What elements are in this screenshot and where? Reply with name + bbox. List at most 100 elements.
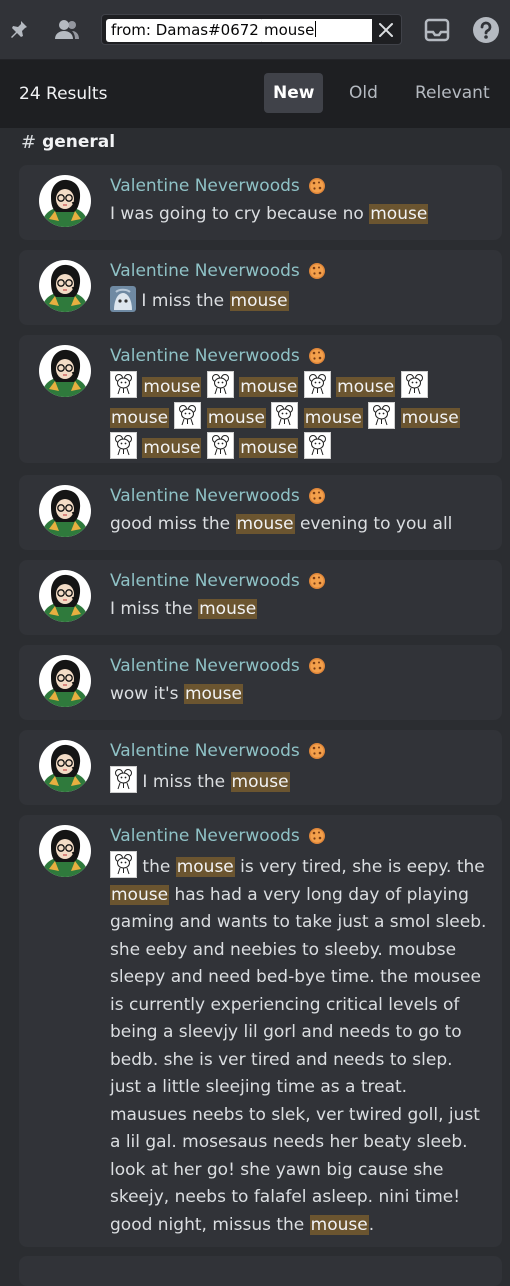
search-result-card[interactable]: Valentine Neverwoods wow it's mouse <box>19 645 502 720</box>
channel-label[interactable]: # general <box>21 130 115 154</box>
message-text: mouse mouse mouse mouse mouse mouse mous… <box>110 371 488 463</box>
search-highlight: mouse <box>142 438 202 458</box>
message-text-segment: good miss the <box>110 514 236 534</box>
author-line: Valentine Neverwoods <box>110 485 488 507</box>
cookie-icon <box>308 742 326 760</box>
mouse-emoji-icon <box>110 851 137 878</box>
search-highlight: mouse <box>303 407 363 428</box>
inbox-icon[interactable] <box>423 16 451 44</box>
author-line: Valentine Neverwoods <box>110 175 488 197</box>
author-name[interactable]: Valentine Neverwoods <box>110 346 300 366</box>
search-result-card[interactable]: Valentine Neverwoods good miss the mouse… <box>19 475 502 550</box>
search-query[interactable]: mouse <box>262 19 372 42</box>
search-highlight: mouse <box>175 857 235 877</box>
cookie-icon <box>308 487 326 505</box>
mouse-emoji-icon <box>303 371 331 398</box>
search-result-card[interactable]: Valentine Neverwoods I miss the mouse <box>19 730 502 805</box>
message-body: Valentine Neverwoods wow it's mouse <box>110 655 488 709</box>
avatar[interactable] <box>39 570 91 622</box>
mouse-emoji-icon <box>400 371 428 398</box>
cookie-icon <box>308 657 326 675</box>
sort-old-button[interactable]: Old <box>340 73 387 113</box>
avatar[interactable] <box>39 655 91 707</box>
message-text-segment: is very tired, she is eepy. the <box>234 857 485 877</box>
mouse-emoji-icon <box>271 401 299 429</box>
members-icon[interactable] <box>53 16 81 44</box>
search-highlight: mouse <box>183 684 243 704</box>
cookie-icon <box>308 262 326 280</box>
search-highlight: mouse <box>198 599 258 619</box>
author-line: Valentine Neverwoods <box>110 570 488 592</box>
results-count: 24 Results <box>19 84 108 104</box>
author-name[interactable]: Valentine Neverwoods <box>110 741 300 761</box>
author-line: Valentine Neverwoods <box>110 655 488 677</box>
message-text-segment: I miss the <box>136 291 230 311</box>
author-name[interactable]: Valentine Neverwoods <box>110 826 300 846</box>
message-text: I miss the mouse <box>110 286 488 316</box>
mouse-emoji-icon <box>110 766 137 793</box>
author-name[interactable]: Valentine Neverwoods <box>110 486 300 506</box>
cookie-icon <box>308 572 326 590</box>
channel-hash-icon: # <box>21 131 37 153</box>
mouse-emoji-icon <box>303 432 331 459</box>
message-text: the mouse is very tired, she is eepy. th… <box>110 851 488 1239</box>
message-body: Valentine Neverwoods I miss the mouse <box>110 570 488 624</box>
mouse-emoji-icon <box>206 371 234 398</box>
mouse-emoji-icon <box>368 401 396 429</box>
author-name[interactable]: Valentine Neverwoods <box>110 261 300 281</box>
message-text-segment: I miss the <box>110 599 199 619</box>
search-filter-chip[interactable]: from: Damas#0672 <box>106 19 264 42</box>
close-icon[interactable] <box>377 21 395 39</box>
mouse-emoji-icon <box>206 432 234 459</box>
author-name[interactable]: Valentine Neverwoods <box>110 656 300 676</box>
search-result-card[interactable] <box>19 1256 502 1286</box>
sort-new-button[interactable]: New <box>264 73 324 113</box>
search-highlight: mouse <box>110 407 170 428</box>
author-line: Valentine Neverwoods <box>110 740 488 762</box>
search-toolbar: from: Damas#0672 mouse <box>0 0 510 60</box>
message-text: I miss the mouse <box>110 596 488 624</box>
search-highlight: mouse <box>369 204 429 224</box>
mouse-emoji-icon <box>110 371 137 398</box>
results-header: 24 Results New Old Relevant <box>0 60 510 128</box>
avatar[interactable] <box>39 345 91 397</box>
message-text-segment: I miss the <box>137 772 231 792</box>
avatar[interactable] <box>39 825 91 877</box>
message-body: Valentine Neverwoods I miss the mouse <box>110 740 488 797</box>
search-highlight: mouse <box>142 377 202 397</box>
help-icon[interactable] <box>472 16 500 44</box>
author-name[interactable]: Valentine Neverwoods <box>110 571 300 591</box>
cookie-icon <box>308 827 326 845</box>
author-name[interactable]: Valentine Neverwoods <box>110 176 300 196</box>
message-text-segment: evening to you all <box>294 514 453 534</box>
avatar[interactable] <box>39 740 91 792</box>
avatar[interactable] <box>39 260 91 312</box>
message-text-segment: has had a very long day of playing gamin… <box>110 884 487 1235</box>
author-line: Valentine Neverwoods <box>110 260 488 282</box>
search-result-card[interactable]: Valentine Neverwoods I was going to cry … <box>19 165 502 240</box>
channel-name: general <box>42 132 116 152</box>
search-result-card[interactable]: Valentine Neverwoods I miss the mouse <box>19 250 502 325</box>
avatar[interactable] <box>39 485 91 537</box>
cookie-icon <box>308 347 326 365</box>
search-highlight: mouse <box>206 407 266 428</box>
mouse-emoji-icon <box>174 401 202 429</box>
pin-icon[interactable] <box>4 16 32 44</box>
search-highlight: mouse <box>235 514 295 534</box>
message-body: Valentine Neverwoods good miss the mouse… <box>110 485 488 539</box>
search-result-card[interactable]: Valentine Neverwoods I miss the mouse <box>19 560 502 635</box>
search-result-card[interactable]: Valentine Neverwoods mouse mouse mouse m… <box>19 335 502 463</box>
avatar[interactable] <box>39 175 91 227</box>
ghost-emoji-icon <box>110 286 136 312</box>
message-text-segment: I was going to cry because no <box>110 204 370 224</box>
search-highlight: mouse <box>230 772 290 792</box>
message-text: good miss the mouse evening to you all <box>110 511 488 539</box>
message-text-segment: . <box>368 1214 375 1235</box>
sort-relevant-button[interactable]: Relevant <box>406 73 499 113</box>
search-highlight: mouse <box>239 377 299 397</box>
message-text-segment: wow it's <box>110 684 184 704</box>
search-input[interactable]: from: Damas#0672 mouse <box>101 14 402 45</box>
author-line: Valentine Neverwoods <box>110 825 488 847</box>
search-highlight: mouse <box>336 377 396 397</box>
search-result-card[interactable]: Valentine Neverwoods the mouse is very t… <box>19 815 502 1247</box>
